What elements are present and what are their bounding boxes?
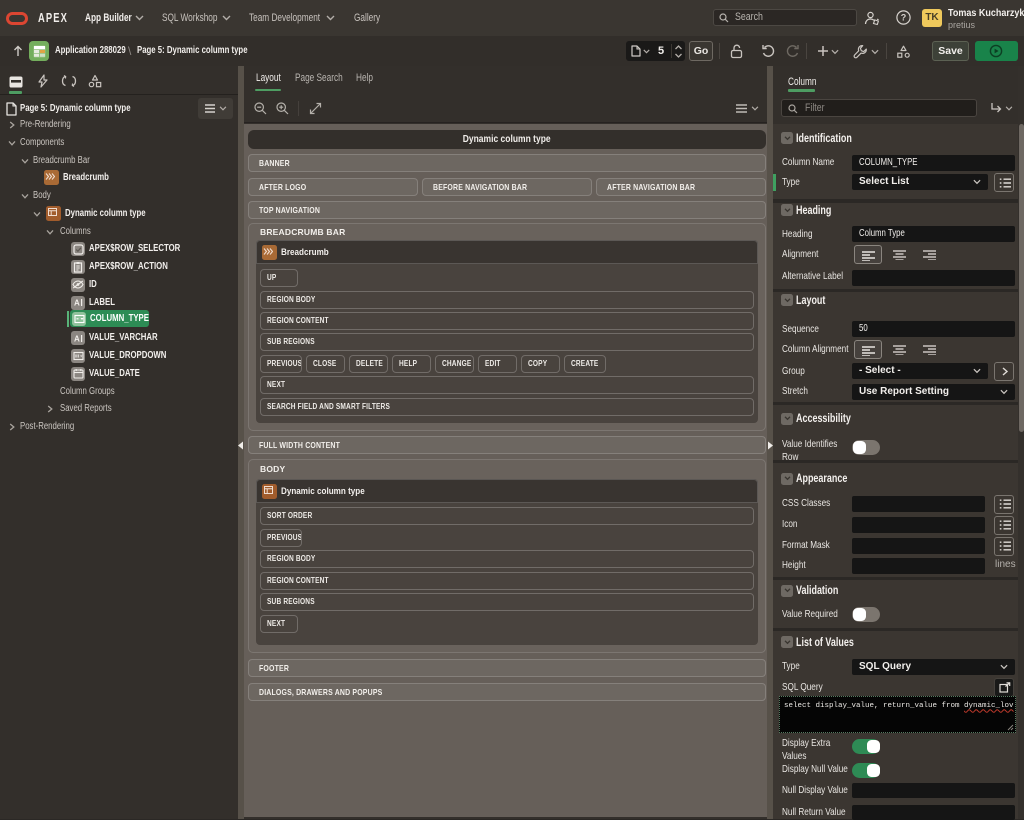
svg-text:A: A — [74, 334, 80, 343]
svg-text:A: A — [74, 299, 80, 308]
svg-text:?: ? — [901, 13, 907, 23]
